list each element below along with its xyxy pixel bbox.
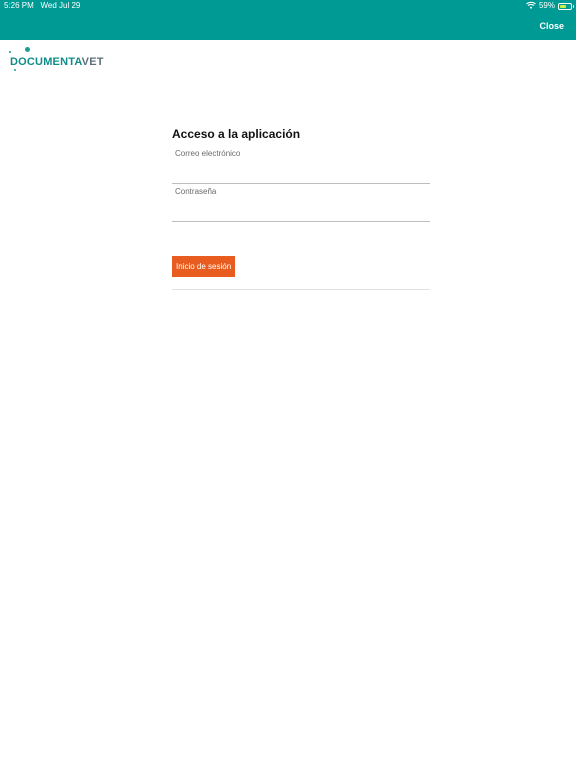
close-button[interactable]: Close [539, 20, 564, 32]
battery-percent: 59% [538, 1, 555, 10]
logo-dot-small-icon [14, 69, 16, 71]
top-navigation-bar: 5:26 PM Wed Jul 29 59% Close [0, 0, 576, 40]
status-time-date: 5:26 PM Wed Jul 29 [4, 1, 80, 11]
battery-icon [558, 2, 574, 10]
status-date: Wed Jul 29 [40, 1, 81, 10]
login-form: Acceso a la aplicación Correo electrónic… [172, 124, 430, 290]
documentavet-logo: DOCUMENTAVET [8, 46, 103, 72]
status-indicators: 59% [526, 1, 574, 12]
logo-text-main: DOCUMENTA [10, 56, 82, 68]
password-label: Contraseña [175, 187, 217, 196]
divider [172, 289, 430, 290]
logo-text-accent: VET [81, 56, 104, 68]
email-input[interactable] [175, 167, 425, 181]
password-field: Contraseña [172, 187, 430, 222]
logo-dot-icon [25, 47, 30, 52]
battery-level-fill [560, 4, 566, 8]
status-time: 5:26 PM [4, 1, 34, 10]
logo-dot-small-icon [9, 51, 11, 53]
login-button[interactable]: Inicio de sesión [172, 256, 236, 277]
wifi-icon [526, 1, 536, 12]
page-title: Acceso a la aplicación [172, 127, 301, 141]
email-label: Correo electrónico [175, 149, 241, 158]
password-input[interactable] [175, 205, 425, 219]
email-field: Correo electrónico [172, 149, 430, 184]
logo-wordmark: DOCUMENTAVET [10, 56, 104, 68]
